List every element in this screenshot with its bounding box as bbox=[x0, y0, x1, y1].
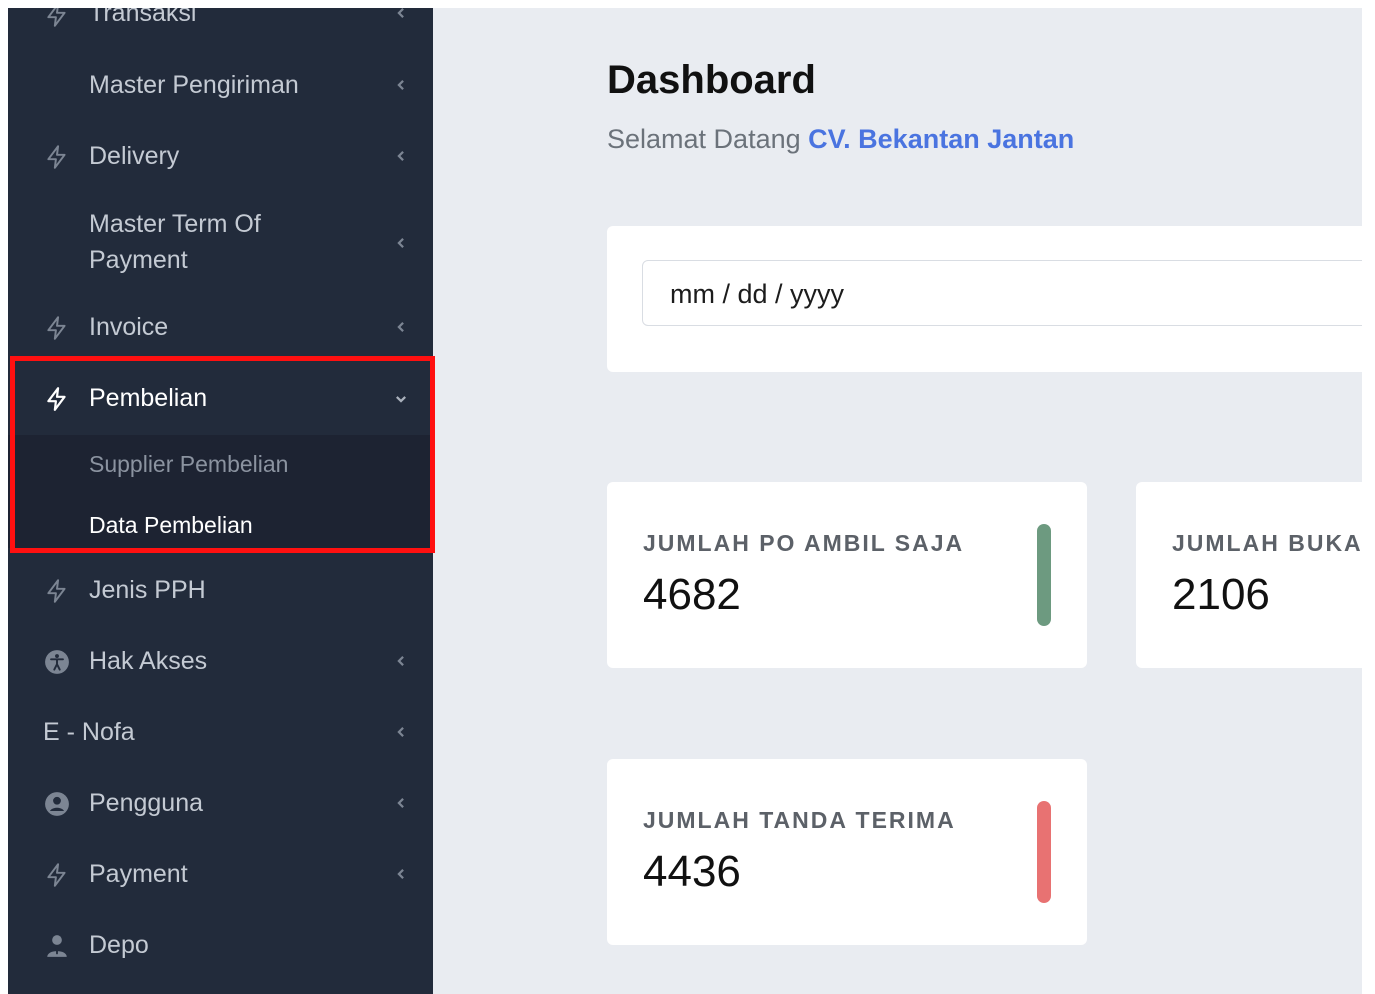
sidebar-item-label-line2: Payment bbox=[89, 246, 188, 274]
bolt-icon bbox=[47, 8, 66, 27]
sidebar-item-pengguna[interactable]: Pengguna bbox=[8, 784, 433, 824]
sidebar-item-label: Delivery bbox=[89, 142, 180, 170]
user-tie-icon bbox=[47, 935, 67, 957]
stat-value: 2106 bbox=[1172, 570, 1270, 619]
chevron-left-icon bbox=[397, 80, 404, 90]
bolt-icon bbox=[47, 145, 66, 169]
chevron-left-icon bbox=[397, 869, 404, 879]
sidebar-item-transaksi[interactable]: Transaksi bbox=[8, 8, 433, 34]
stat-value: 4682 bbox=[643, 570, 741, 619]
stat-card-po-ambil-saja: JUMLAH PO AMBIL SAJA 4682 bbox=[607, 482, 1087, 668]
stat-card-tanda-terima: JUMLAH TANDA TERIMA 4436 bbox=[607, 759, 1087, 945]
chevron-left-icon bbox=[397, 151, 404, 161]
sidebar-item-e-nofa[interactable]: E - Nofa bbox=[8, 713, 433, 753]
sidebar-item-hak-akses[interactable]: Hak Akses bbox=[8, 642, 433, 682]
stat-indicator-bar bbox=[1037, 801, 1051, 903]
sidebar-item-invoice[interactable]: Invoice bbox=[8, 308, 433, 348]
stat-label: JUMLAH BUKA bbox=[1172, 530, 1362, 556]
chevron-left-icon bbox=[397, 798, 404, 808]
sidebar-item-depo[interactable]: Depo bbox=[8, 926, 433, 966]
sidebar-item-label-line1: Master Term Of bbox=[89, 210, 261, 238]
sidebar-item-label: Pengguna bbox=[89, 789, 204, 817]
stat-indicator-bar bbox=[1037, 524, 1051, 626]
app-window: Transaksi Master Pengiriman Delivery Mas… bbox=[8, 8, 1362, 994]
stat-value: 4436 bbox=[643, 847, 741, 896]
sidebar-item-payment[interactable]: Payment bbox=[8, 855, 433, 895]
date-filter-card: mm / dd / yyyy bbox=[607, 226, 1362, 372]
welcome-text: Selamat Datang CV. Bekantan Jantan bbox=[607, 124, 1074, 155]
page-title: Dashboard bbox=[607, 58, 816, 102]
user-circle-icon bbox=[45, 792, 69, 816]
sidebar-item-master-term-of-payment[interactable]: Master Term Of Payment bbox=[8, 206, 433, 282]
sidebar-item-label: Transaksi bbox=[89, 8, 197, 27]
sidebar-item-jenis-pph[interactable]: Jenis PPH bbox=[8, 571, 433, 611]
main-content: Dashboard Selamat Datang CV. Bekantan Ja… bbox=[433, 8, 1362, 994]
sidebar: Transaksi Master Pengiriman Delivery Mas… bbox=[8, 8, 435, 994]
sidebar-item-label: Payment bbox=[89, 860, 188, 888]
sidebar-item-label: Jenis PPH bbox=[89, 576, 206, 604]
sidebar-item-label: Master Pengiriman bbox=[89, 71, 299, 99]
sidebar-item-label: Hak Akses bbox=[89, 647, 208, 675]
sidebar-item-delivery[interactable]: Delivery bbox=[8, 137, 433, 177]
sidebar-item-label: Depo bbox=[89, 931, 149, 959]
highlight-box bbox=[10, 356, 435, 553]
stat-label: JUMLAH PO AMBIL SAJA bbox=[643, 530, 965, 556]
bolt-icon bbox=[47, 316, 66, 340]
sidebar-item-label: Invoice bbox=[89, 313, 169, 341]
stat-label: JUMLAH TANDA TERIMA bbox=[643, 807, 956, 833]
date-input[interactable]: mm / dd / yyyy bbox=[642, 260, 1362, 326]
sidebar-item-label: E - Nofa bbox=[43, 718, 135, 746]
chevron-left-icon bbox=[397, 656, 404, 666]
chevron-left-icon bbox=[397, 8, 404, 18]
chevron-left-icon bbox=[397, 727, 404, 737]
sidebar-item-master-pengiriman[interactable]: Master Pengiriman bbox=[8, 66, 433, 106]
stat-card-buka: JUMLAH BUKA 2106 bbox=[1136, 482, 1362, 668]
bolt-icon bbox=[47, 579, 66, 603]
chevron-left-icon bbox=[397, 322, 404, 332]
welcome-prefix: Selamat Datang bbox=[607, 124, 801, 154]
accessibility-icon bbox=[45, 650, 69, 674]
bolt-icon bbox=[47, 863, 66, 887]
company-name: CV. Bekantan Jantan bbox=[808, 124, 1075, 154]
chevron-left-icon bbox=[397, 238, 404, 248]
